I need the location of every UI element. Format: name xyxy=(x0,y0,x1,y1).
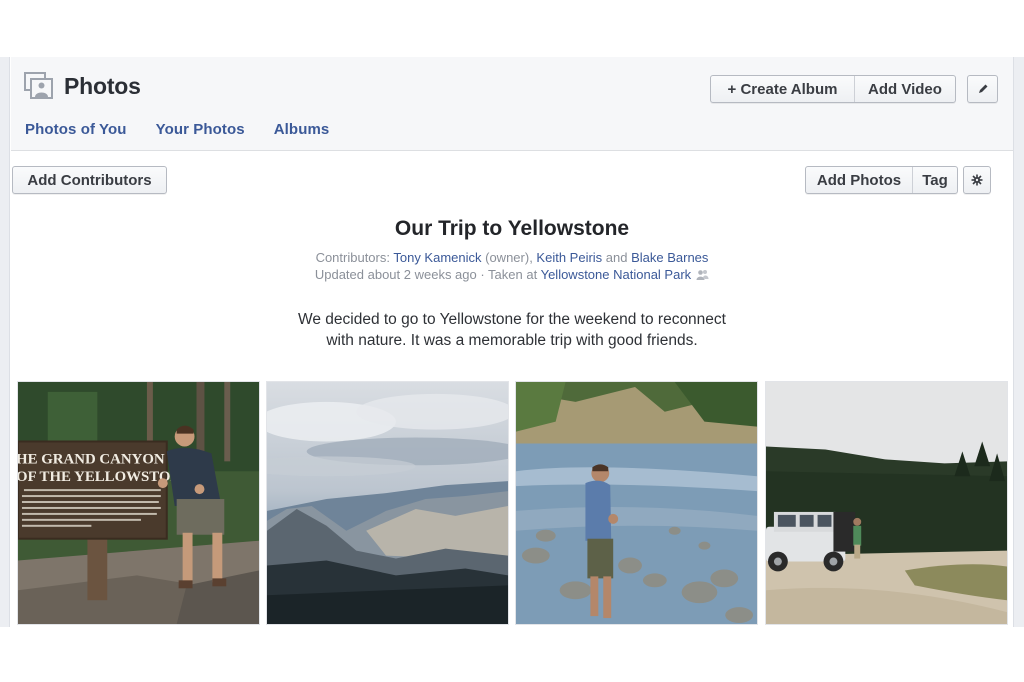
photo-mountains xyxy=(267,382,508,624)
gear-icon xyxy=(971,174,983,186)
album-updated-info: Updated about 2 weeks ago · Taken at Yel… xyxy=(11,267,1013,282)
photos-tabs: Photos of You Your Photos Albums xyxy=(25,121,358,138)
contributor-link[interactable]: Tony Kamenick xyxy=(393,250,481,265)
contributor-link[interactable]: Blake Barnes xyxy=(631,250,708,265)
tag-button[interactable]: Tag xyxy=(912,167,957,193)
contributor-separator: and xyxy=(602,250,632,265)
contributor-separator: (owner), xyxy=(481,250,537,265)
photos-header: Photos Photos of You Your Photos Albums … xyxy=(11,57,1013,151)
location-link[interactable]: Yellowstone National Park xyxy=(541,267,692,282)
updated-text: Updated about 2 weeks ago · Taken at xyxy=(314,267,541,282)
photo-thumbnail[interactable]: HE GRAND CANYON OF THE YELLOWSTONE xyxy=(17,381,260,625)
left-gutter xyxy=(0,57,10,627)
tab-photos-of-you[interactable]: Photos of You xyxy=(25,121,127,138)
photo-thumbnail[interactable] xyxy=(266,381,509,625)
photo-grand-canyon-sign: HE GRAND CANYON OF THE YELLOWSTONE xyxy=(18,382,259,624)
photo-grid: HE GRAND CANYON OF THE YELLOWSTONE xyxy=(17,381,1009,625)
album-video-button-group: + Create Album Add Video xyxy=(710,75,956,103)
friends-icon[interactable] xyxy=(696,269,709,281)
right-scrollbar[interactable] xyxy=(1013,57,1024,627)
pencil-icon xyxy=(978,84,987,93)
description-line: with nature. It was a memorable trip wit… xyxy=(326,332,698,349)
photos-icon xyxy=(24,72,53,99)
photo-thumbnail[interactable] xyxy=(515,381,758,625)
contributor-link[interactable]: Keith Peiris xyxy=(536,250,602,265)
add-contributors-button[interactable]: Add Contributors xyxy=(12,166,167,194)
photo-river xyxy=(516,382,757,624)
album-description: We decided to go to Yellowstone for the … xyxy=(11,309,1013,351)
page-title: Photos xyxy=(64,73,141,99)
sign-line-1: HE GRAND CANYON xyxy=(18,451,165,467)
add-video-button[interactable]: Add Video xyxy=(854,76,955,102)
photo-jeep xyxy=(766,382,1007,624)
add-photos-button[interactable]: Add Photos xyxy=(806,167,912,193)
album-contributors: Contributors: Tony Kamenick (owner), Kei… xyxy=(11,250,1013,265)
photo-thumbnail[interactable] xyxy=(765,381,1008,625)
photos-tag-button-group: Add Photos Tag xyxy=(805,166,958,194)
contributors-label: Contributors: xyxy=(315,250,394,265)
description-line: We decided to go to Yellowstone for the … xyxy=(298,311,726,328)
tab-your-photos[interactable]: Your Photos xyxy=(156,121,245,138)
settings-button[interactable] xyxy=(963,166,991,194)
edit-button[interactable] xyxy=(967,75,998,103)
tab-albums[interactable]: Albums xyxy=(274,121,330,138)
album-title: Our Trip to Yellowstone xyxy=(394,217,630,240)
create-album-button[interactable]: + Create Album xyxy=(711,76,854,102)
photos-page: Photos Photos of You Your Photos Albums … xyxy=(0,57,1024,627)
